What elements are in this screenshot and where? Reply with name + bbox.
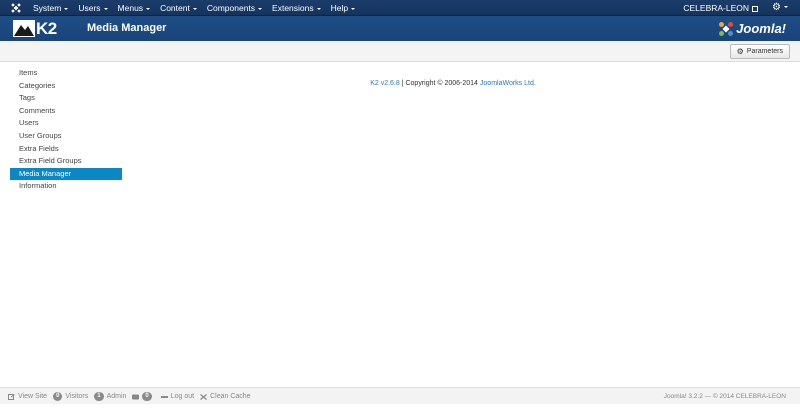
sidebar-item-tags[interactable]: Tags bbox=[10, 92, 122, 105]
joomla-brand-text: Joomla! bbox=[736, 21, 786, 36]
minus-icon bbox=[160, 395, 168, 398]
visitors-badge: 0 bbox=[53, 392, 63, 401]
main-menu: System Users Menus Content Components Extensi… bbox=[28, 0, 360, 16]
footer-status: View Site 0 Visitors 1 Admin 0 Log out C… bbox=[8, 388, 257, 405]
chevron-down-icon bbox=[192, 7, 197, 10]
gear-icon: ⚙ bbox=[736, 47, 744, 56]
toolbar: ⚙ Parameters bbox=[0, 41, 800, 62]
chevron-down-icon bbox=[103, 7, 108, 10]
parameters-label: Parameters bbox=[746, 48, 783, 55]
messages-badge: 0 bbox=[142, 392, 152, 401]
page-header: K2 Media Manager Joomla! bbox=[0, 16, 800, 41]
chevron-down-icon bbox=[258, 7, 263, 10]
menu-help[interactable]: Help bbox=[326, 0, 360, 16]
menu-menus[interactable]: Menus bbox=[113, 0, 156, 16]
menu-extensions[interactable]: Extensions bbox=[267, 0, 326, 16]
sidebar-item-users[interactable]: Users bbox=[10, 117, 122, 130]
menu-label: Content bbox=[160, 3, 190, 13]
chevron-down-icon bbox=[316, 7, 321, 10]
logout-label: Log out bbox=[170, 393, 195, 400]
site-link[interactable]: CELEBRA-LEON bbox=[683, 0, 759, 16]
chevron-down-icon bbox=[784, 6, 788, 9]
external-link-icon bbox=[752, 5, 759, 12]
copyright-text: | Copyright © 2006-2014 bbox=[399, 80, 480, 87]
joomla-logo: Joomla! bbox=[718, 19, 786, 38]
joomlaworks-link[interactable]: JoomlaWorks Ltd. bbox=[480, 80, 536, 87]
parameters-button[interactable]: ⚙ Parameters bbox=[729, 44, 790, 59]
sidebar-item-extra-fields[interactable]: Extra Fields bbox=[10, 143, 122, 156]
menu-label: Components bbox=[206, 3, 256, 13]
sidebar-item-comments[interactable]: Comments bbox=[10, 105, 122, 118]
menu-content[interactable]: Content bbox=[155, 0, 202, 16]
site-name: CELEBRA-LEON bbox=[683, 3, 750, 13]
sidebar-item-media-manager[interactable]: Media Manager bbox=[10, 167, 122, 181]
menu-users[interactable]: Users bbox=[73, 0, 112, 16]
broom-icon bbox=[200, 393, 208, 400]
k2-logo-text: K2 bbox=[36, 19, 57, 38]
sidebar-item-extra-field-groups[interactable]: Extra Field Groups bbox=[10, 155, 122, 168]
menu-components[interactable]: Components bbox=[202, 0, 267, 16]
sidebar-item-items[interactable]: Items bbox=[10, 67, 122, 80]
admin-status: 1 Admin bbox=[94, 392, 126, 401]
logout-link[interactable]: Log out bbox=[160, 393, 195, 400]
navbar-right: CELEBRA-LEON ⚙ bbox=[683, 0, 788, 16]
footer-version: Joomla! 3.2.2 — © 2014 CELEBRA-LEON bbox=[663, 393, 786, 400]
gear-icon: ⚙ bbox=[772, 2, 781, 13]
visitors-label: Visitors bbox=[65, 393, 89, 400]
k2-version-link[interactable]: K2 v2.6.8 bbox=[370, 80, 400, 87]
menu-label: Extensions bbox=[272, 3, 314, 13]
k2-logo-icon bbox=[13, 20, 35, 37]
messages-status[interactable]: 0 bbox=[132, 392, 154, 401]
user-menu-toggle[interactable]: ⚙ bbox=[772, 0, 788, 16]
view-site-link[interactable]: View Site bbox=[8, 393, 47, 400]
menu-system[interactable]: System bbox=[28, 0, 73, 16]
joomla-brand-icon bbox=[719, 21, 734, 36]
credits: K2 v2.6.8 | Copyright © 2006-2014 Joomla… bbox=[0, 80, 800, 87]
view-site-label: View Site bbox=[18, 393, 48, 400]
menu-label: Users bbox=[78, 3, 101, 13]
admin-badge: 1 bbox=[94, 392, 104, 401]
admin-label: Admin bbox=[106, 393, 127, 400]
page-title: Media Manager bbox=[87, 22, 167, 34]
menu-label: System bbox=[33, 3, 62, 13]
top-navbar: System Users Menus Content Components Extensi… bbox=[0, 0, 800, 16]
chevron-down-icon bbox=[351, 7, 356, 10]
visitors-status: 0 Visitors bbox=[53, 392, 88, 401]
envelope-icon bbox=[132, 394, 140, 399]
sidebar-item-user-groups[interactable]: User Groups bbox=[10, 130, 122, 143]
chevron-down-icon bbox=[146, 7, 151, 10]
status-footer: View Site 0 Visitors 1 Admin 0 Log out C… bbox=[0, 387, 800, 404]
clean-cache-label: Clean Cache bbox=[210, 393, 251, 400]
chevron-down-icon bbox=[64, 7, 69, 10]
joomla-icon[interactable] bbox=[11, 3, 21, 13]
menu-label: Help bbox=[330, 3, 349, 13]
menu-label: Menus bbox=[117, 3, 144, 13]
k2-logo[interactable]: K2 bbox=[13, 20, 57, 37]
sidebar-item-information[interactable]: Information bbox=[10, 180, 122, 193]
clean-cache-link[interactable]: Clean Cache bbox=[200, 393, 251, 400]
external-link-icon bbox=[8, 393, 15, 400]
